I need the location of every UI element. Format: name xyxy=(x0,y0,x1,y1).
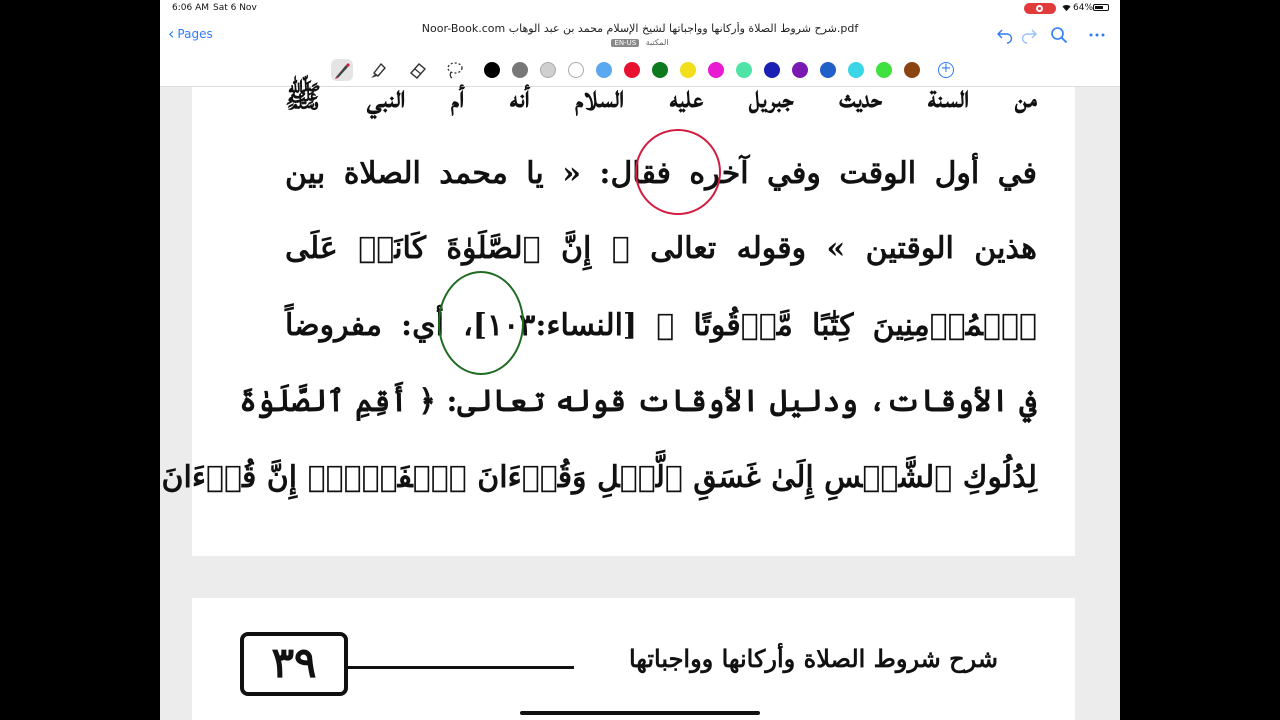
pdf-page: ٣٩ شرح شروط الصلاة وأركانها وواجباتها xyxy=(192,598,1075,720)
document-subtitle: المكتبة xyxy=(645,38,669,47)
clock: 6:06 AM xyxy=(172,3,209,13)
chevron-left-icon: ‹ xyxy=(168,24,175,43)
color-swatch[interactable] xyxy=(540,62,556,78)
color-swatch[interactable] xyxy=(820,62,836,78)
color-swatch[interactable] xyxy=(568,62,584,78)
color-swatch[interactable] xyxy=(708,62,724,78)
more-icon[interactable] xyxy=(1088,26,1106,44)
color-swatch[interactable] xyxy=(904,62,920,78)
search-icon[interactable] xyxy=(1050,26,1068,44)
running-title: شرح شروط الصلاة وأركانها وواجباتها xyxy=(628,644,998,673)
color-swatch[interactable] xyxy=(484,62,500,78)
battery-icon xyxy=(1093,4,1109,11)
pen-icon[interactable] xyxy=(331,59,353,81)
color-swatch[interactable] xyxy=(848,62,864,78)
battery-percentage: 64% xyxy=(1073,3,1094,13)
text-line: هذين الوقتين » وقوله تعالى ﴿ إِنَّ ٱلصَّ… xyxy=(285,231,1037,266)
pages-back-label: Pages xyxy=(177,27,213,41)
date: Sat 6 Nov xyxy=(213,3,257,13)
text-line: من السنة حديث جبريل عليه السلام أنه أم ا… xyxy=(285,80,1037,115)
eraser-icon[interactable] xyxy=(407,59,429,81)
lasso-icon[interactable] xyxy=(443,59,465,81)
color-swatch[interactable] xyxy=(596,62,612,78)
color-swatch[interactable] xyxy=(736,62,752,78)
pages-back-button[interactable]: ‹ Pages xyxy=(168,25,213,43)
page-number: ٣٩ xyxy=(240,632,348,696)
document-toolbar: ‹ Pages Noor-Book.com شرح شروط الصلاة وأ… xyxy=(160,16,1120,87)
highlighter-icon[interactable] xyxy=(368,59,390,81)
text-line: لِدُلُوكِ ٱلشَّمۡسِ إِلَىٰ غَسَقِ ٱلَّيۡ… xyxy=(161,460,1037,495)
status-bar: 6:06 AM Sat 6 Nov 64% xyxy=(160,0,1120,16)
add-color-button[interactable]: + xyxy=(938,62,954,78)
color-swatch[interactable] xyxy=(876,62,892,78)
wifi-icon xyxy=(1062,5,1071,12)
redo-icon[interactable] xyxy=(1020,26,1038,44)
screen-recording-indicator[interactable] xyxy=(1024,3,1056,14)
color-swatch[interactable] xyxy=(792,62,808,78)
document-title: Noor-Book.com شرح شروط الصلاة وأركانها و… xyxy=(421,22,859,35)
color-swatch[interactable] xyxy=(620,58,644,82)
color-swatch[interactable] xyxy=(764,62,780,78)
red-ink-circle-annotation[interactable] xyxy=(635,129,721,215)
green-ink-circle-annotation[interactable] xyxy=(438,271,524,375)
color-swatch[interactable] xyxy=(680,62,696,78)
color-swatch[interactable] xyxy=(652,62,668,78)
header-rule xyxy=(348,666,574,669)
ipad-screen: 6:06 AM Sat 6 Nov 64% ‹ Pages Noor-Book.… xyxy=(160,0,1120,720)
document-subtitle-row: EN-US المكتبة xyxy=(460,38,820,50)
language-badge: EN-US xyxy=(611,38,640,47)
home-indicator[interactable] xyxy=(520,711,760,715)
pdf-page: من السنة حديث جبريل عليه السلام أنه أم ا… xyxy=(161,80,1075,556)
text-line: في الأوقات، ودليل الأوقات قوله تعالى: ﴿ … xyxy=(239,384,1037,419)
color-swatch[interactable] xyxy=(512,62,528,78)
undo-icon[interactable] xyxy=(996,26,1014,44)
text-line: ٱلۡمُؤۡمِنِينَ كِتَٰبًا مَّوۡقُوتًا ﴾ [ا… xyxy=(285,308,1038,343)
